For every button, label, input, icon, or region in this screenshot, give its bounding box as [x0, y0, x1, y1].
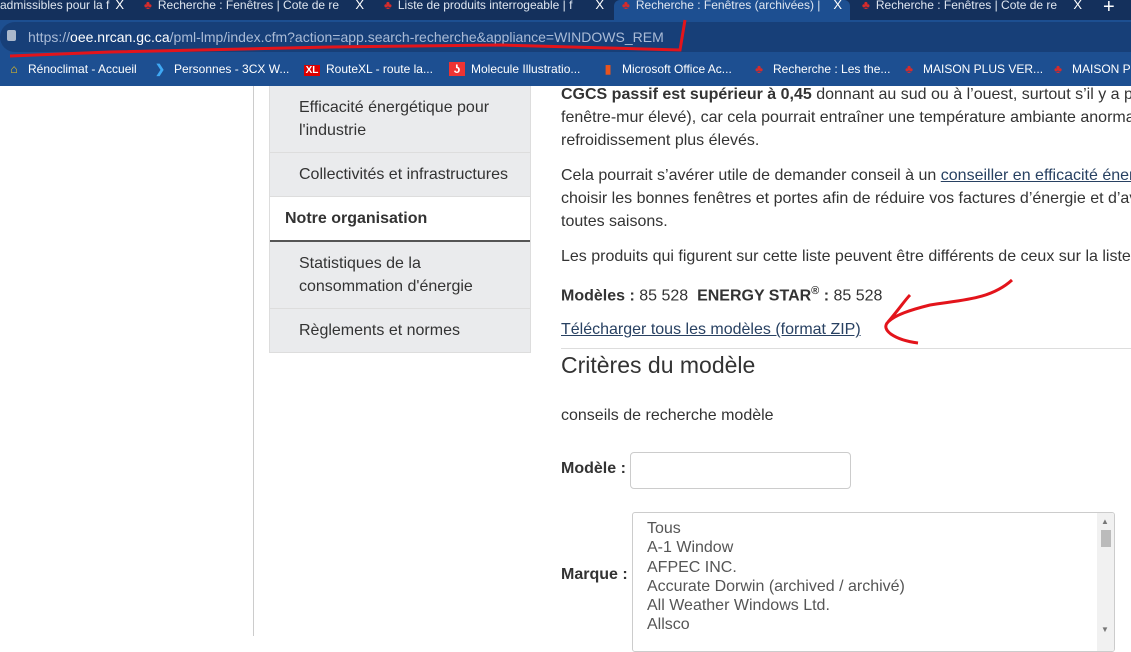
- brand-scrollbar[interactable]: ▲ ▼: [1097, 513, 1114, 651]
- tab-title: admissibles pour la f: [0, 0, 110, 12]
- sidebar-item-statistiques[interactable]: Statistiques de la consommation d'énergi…: [270, 242, 530, 309]
- paragraph-conseiller: Cela pourrait s’avérer utile de demander…: [561, 164, 1131, 233]
- brand-option[interactable]: AFPEC INC.: [633, 558, 1114, 577]
- bookmark-maison-1[interactable]: ♣ MAISON PLUS VER...: [901, 62, 1043, 76]
- model-input[interactable]: [630, 452, 851, 489]
- new-tab-button[interactable]: +: [1103, 0, 1115, 19]
- tab-title: Liste de produits interrogeable | f: [397, 0, 573, 12]
- maple-leaf-icon: ♣: [755, 62, 763, 76]
- tab-4[interactable]: ♣ Recherche : Fenêtres | Cote de re X: [854, 0, 1090, 20]
- bookmark-personnes[interactable]: ❯ Personnes - 3CX W...: [152, 62, 289, 76]
- scroll-up-icon[interactable]: ▲: [1101, 517, 1109, 526]
- brand-select[interactable]: Tous A-1 Window AFPEC INC. Accurate Dorw…: [632, 512, 1115, 652]
- brand-option[interactable]: All Weather Windows Ltd.: [633, 596, 1114, 615]
- bookmark-routexl[interactable]: XL RouteXL - route la...: [304, 62, 433, 76]
- close-icon[interactable]: X: [115, 0, 124, 11]
- search-tips[interactable]: conseils de recherche modèle: [561, 407, 774, 425]
- tab-3-active[interactable]: ♣ Recherche : Fenêtres (archivées) | X: [614, 0, 850, 20]
- maple-leaf-icon: ♣: [144, 0, 152, 12]
- maple-leaf-icon: ♣: [862, 0, 870, 12]
- main-content: CGCS passif est supérieur à 0,45 donnant…: [561, 86, 1131, 341]
- address-bar[interactable]: https://oee.nrcan.gc.ca/pml-lmp/index.cf…: [0, 22, 1131, 52]
- paragraph-produits: Les produits qui figurent sur cette list…: [561, 248, 1131, 265]
- office-icon: ▮: [604, 62, 612, 76]
- brand-option[interactable]: A-1 Window: [633, 538, 1114, 557]
- brand-option[interactable]: Tous: [633, 519, 1114, 538]
- maple-leaf-icon: ♣: [622, 0, 630, 12]
- bookmark-renoclimat[interactable]: ⌂ Rénoclimat - Accueil: [6, 62, 136, 76]
- tab-2[interactable]: ♣ Liste de produits interrogeable | f X: [376, 0, 612, 20]
- criteria-heading: Critères du modèle: [561, 352, 756, 378]
- bookmark-office[interactable]: ▮ Microsoft Office Ac...: [600, 62, 732, 76]
- download-zip-link[interactable]: Télécharger tous les modèles (format ZIP…: [561, 321, 861, 338]
- tab-strip: admissibles pour la f X ♣ Recherche : Fenê…: [0, 0, 1131, 20]
- close-icon[interactable]: X: [595, 0, 604, 11]
- conseiller-link[interactable]: conseiller en efficacité éner: [941, 167, 1131, 184]
- sidebar-item-industrie[interactable]: Efficacité énergétique pour l'industrie: [270, 86, 530, 153]
- bookmark-maison-2[interactable]: ♣MAISON PLUS: [1050, 62, 1131, 76]
- tab-title: Recherche : Fenêtres (archivées) |: [635, 0, 821, 12]
- house-icon: ⌂: [10, 62, 18, 76]
- tab-1[interactable]: ♣ Recherche : Fenêtres | Cote de re X: [136, 0, 372, 20]
- sidebar-heading-organisation[interactable]: Notre organisation: [270, 197, 530, 242]
- sidebar-nav: Efficacité énergétique pour l'industrie …: [269, 86, 531, 353]
- scroll-down-icon[interactable]: ▼: [1101, 625, 1109, 634]
- paragraph-cgcs: CGCS passif est supérieur à 0,45 donnant…: [561, 86, 1131, 149]
- maple-leaf-icon: ♣: [1054, 62, 1062, 76]
- bookmarks-bar: ⌂ Rénoclimat - Accueil ❯ Personnes - 3CX W…: [0, 54, 1131, 86]
- brand-label: Marque :: [561, 566, 628, 583]
- close-icon[interactable]: X: [1073, 0, 1082, 11]
- model-counts: Modèles : 85 528 ENERGY STAR® : 85 528: [561, 285, 883, 305]
- left-divider: [253, 86, 254, 636]
- tab-title: Recherche : Fenêtres | Cote de re: [875, 0, 1058, 12]
- scrollbar-thumb[interactable]: [1101, 530, 1111, 547]
- sidebar-item-collectivites[interactable]: Collectivités et infrastructures: [270, 153, 530, 197]
- toolbar: https://oee.nrcan.gc.ca/pml-lmp/index.cf…: [0, 20, 1131, 54]
- close-icon[interactable]: X: [355, 0, 364, 11]
- bookmark-recherche[interactable]: ♣ Recherche : Les the...: [751, 62, 890, 76]
- brand-option[interactable]: Accurate Dorwin (archived / archivé): [633, 577, 1114, 596]
- tab-title: Recherche : Fenêtres | Cote de re: [157, 0, 340, 12]
- close-icon[interactable]: X: [833, 0, 842, 11]
- molecule-icon: ʖ: [449, 62, 465, 76]
- model-label: Modèle :: [561, 460, 626, 477]
- chevron-icon: ❯: [154, 62, 166, 76]
- url-text: https://oee.nrcan.gc.ca/pml-lmp/index.cf…: [28, 29, 664, 45]
- maple-leaf-icon: ♣: [905, 62, 913, 76]
- xl-icon: XL: [304, 65, 320, 76]
- bookmark-molecule[interactable]: ʖ Molecule Illustratio...: [449, 62, 580, 76]
- sidebar-item-reglements[interactable]: Règlements et normes: [270, 309, 530, 352]
- lock-icon: [7, 30, 16, 41]
- tab-0[interactable]: admissibles pour la f X: [0, 0, 132, 20]
- maple-leaf-icon: ♣: [384, 0, 392, 12]
- divider: [561, 348, 1131, 349]
- brand-option[interactable]: Allsco: [633, 615, 1114, 634]
